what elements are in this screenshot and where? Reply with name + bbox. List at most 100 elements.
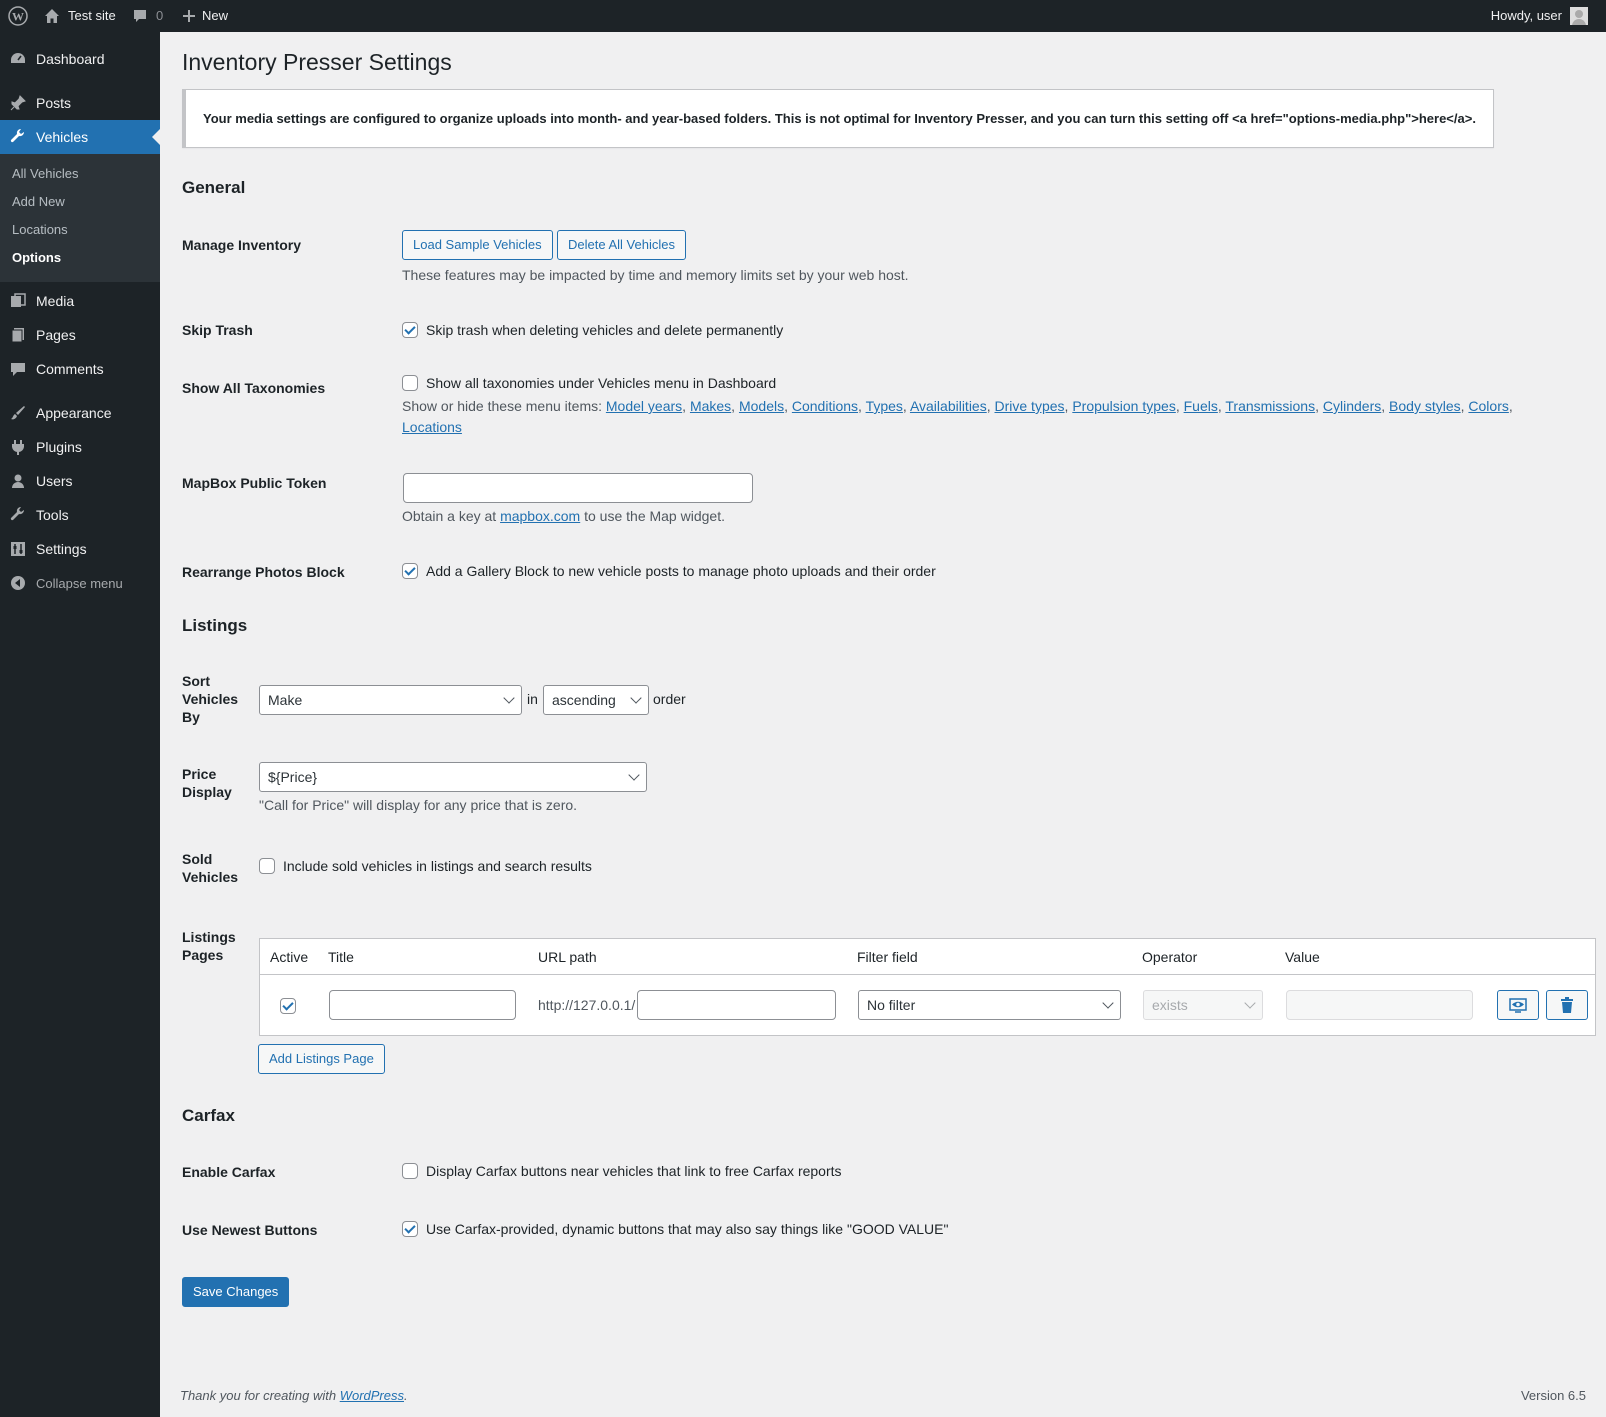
taxonomy-link-body-styles[interactable]: Body styles [1389, 398, 1461, 414]
mapbox-link[interactable]: mapbox.com [500, 508, 580, 524]
taxonomy-link-fuels[interactable]: Fuels [1184, 398, 1218, 414]
skip-trash-option[interactable]: Skip trash when deleting vehicles and de… [402, 322, 783, 338]
column-value: Value [1285, 949, 1320, 965]
media-icon [0, 292, 36, 310]
taxonomy-desc-prefix: Show or hide these menu items: [402, 398, 602, 414]
mapbox-desc-suffix: to use the Map widget. [584, 508, 725, 524]
taxonomy-link-model-years[interactable]: Model years [606, 398, 682, 414]
new-content-link[interactable]: New [182, 0, 228, 32]
listing-active-checkbox[interactable] [280, 998, 296, 1014]
home-icon [45, 9, 59, 23]
chevron-down-icon [628, 769, 640, 781]
delete-listing-button[interactable] [1546, 990, 1588, 1020]
comments-count: 0 [156, 8, 164, 23]
taxonomy-menu-description: Show or hide these menu items: Model yea… [402, 398, 1513, 435]
listing-operator-select[interactable]: exists [1143, 990, 1263, 1020]
taxonomy-link-colors[interactable]: Colors [1468, 398, 1508, 414]
delete-all-vehicles-button[interactable]: Delete All Vehicles [557, 230, 686, 260]
save-changes-button[interactable]: Save Changes [182, 1277, 290, 1307]
sidebar-item-tools[interactable]: Tools [0, 498, 160, 532]
sidebar-item-settings[interactable]: Settings [0, 532, 160, 566]
sort-field-select[interactable]: Make [259, 685, 522, 715]
howdy-text: Howdy, user [1490, 8, 1562, 23]
sold-vehicles-checkbox[interactable] [259, 858, 275, 874]
wordpress-link[interactable]: WordPress [340, 1388, 404, 1403]
newest-buttons-label: Use Newest Buttons [182, 1222, 318, 1238]
listing-title-input[interactable] [329, 990, 516, 1020]
chevron-down-icon [630, 692, 642, 704]
taxonomy-link-cylinders[interactable]: Cylinders [1323, 398, 1381, 414]
user-icon [0, 472, 36, 490]
sidebar-item-appearance[interactable]: Appearance [0, 396, 160, 430]
submenu-locations[interactable]: Locations [12, 222, 68, 237]
sidebar-item-pages[interactable]: Pages [0, 318, 160, 352]
skip-trash-label: Skip Trash [182, 322, 253, 338]
enable-carfax-option[interactable]: Display Carfax buttons near vehicles tha… [402, 1163, 842, 1179]
collapse-icon [0, 575, 36, 591]
price-display-select[interactable]: ${Price} [259, 762, 647, 792]
sort-in-text: in [527, 691, 538, 707]
newest-buttons-option[interactable]: Use Carfax-provided, dynamic buttons tha… [402, 1221, 948, 1237]
comments-link[interactable]: 0 [132, 0, 163, 32]
taxonomy-link-transmissions[interactable]: Transmissions [1225, 398, 1315, 414]
load-sample-vehicles-button[interactable]: Load Sample Vehicles [402, 230, 553, 260]
general-heading: General [182, 178, 246, 197]
sidebar-item-vehicles[interactable]: Vehicles [0, 120, 160, 154]
sidebar-item-users[interactable]: Users [0, 464, 160, 498]
collapse-menu-button[interactable]: Collapse menu [0, 566, 160, 600]
vehicles-submenu: All Vehicles Add New Locations Options [0, 154, 160, 282]
admin-sidebar: Dashboard Posts Vehicles All Vehicles Ad… [0, 32, 160, 1417]
skip-trash-checkbox[interactable] [402, 322, 418, 338]
taxonomy-link-makes[interactable]: Makes [690, 398, 731, 414]
sold-vehicles-option[interactable]: Include sold vehicles in listings and se… [259, 858, 592, 874]
view-listing-button[interactable] [1497, 990, 1539, 1020]
avatar [1570, 7, 1588, 25]
taxonomy-link-propulsion-types[interactable]: Propulsion types [1072, 398, 1176, 414]
sort-direction-select[interactable]: ascending [543, 685, 649, 715]
admin-bar: W Test site 0 New Howdy, user [0, 0, 1606, 32]
price-display-description: "Call for Price" will display for any pr… [259, 797, 578, 813]
listings-heading: Listings [182, 616, 248, 635]
sidebar-item-comments[interactable]: Comments [0, 352, 160, 386]
mapbox-description: Obtain a key at mapbox.com to use the Ma… [402, 508, 725, 524]
submenu-all-vehicles[interactable]: All Vehicles [12, 166, 78, 181]
rearrange-photos-checkbox[interactable] [402, 563, 418, 579]
wordpress-logo-icon[interactable]: W [6, 0, 30, 32]
sidebar-item-label: Settings [36, 541, 87, 557]
taxonomy-link-conditions[interactable]: Conditions [792, 398, 858, 414]
newest-buttons-checkbox[interactable] [402, 1221, 418, 1237]
taxonomy-link-locations[interactable]: Locations [402, 419, 462, 435]
plus-icon [183, 10, 195, 22]
sidebar-item-label: Media [36, 293, 75, 309]
show-taxonomies-checkbox[interactable] [402, 375, 418, 391]
taxonomy-link-drive-types[interactable]: Drive types [995, 398, 1065, 414]
listing-url-prefix: http://127.0.0.1/ [538, 997, 636, 1013]
account-menu[interactable]: Howdy, user [1491, 0, 1588, 32]
submenu-add-new[interactable]: Add New [12, 194, 65, 209]
show-taxonomies-option[interactable]: Show all taxonomies under Vehicles menu … [402, 375, 776, 391]
taxonomy-link-models[interactable]: Models [739, 398, 784, 414]
enable-carfax-checkbox[interactable] [402, 1163, 418, 1179]
plug-icon [0, 438, 36, 456]
enable-carfax-checkbox-label: Display Carfax buttons near vehicles tha… [426, 1163, 842, 1179]
mapbox-token-input[interactable] [403, 473, 753, 503]
taxonomy-link-availabilities[interactable]: Availabilities [910, 398, 987, 414]
comment-icon [0, 360, 36, 378]
submenu-options[interactable]: Options [12, 250, 61, 265]
sidebar-item-label: Appearance [36, 405, 112, 421]
listing-value-input[interactable] [1286, 990, 1473, 1020]
footer-thanks-suffix: . [404, 1388, 408, 1403]
listing-url-path-input[interactable] [637, 990, 836, 1020]
site-name-link[interactable]: Test site [44, 0, 116, 32]
sidebar-item-dashboard[interactable]: Dashboard [0, 42, 160, 76]
rearrange-photos-option[interactable]: Add a Gallery Block to new vehicle posts… [402, 563, 936, 579]
listings-pages-table: Active Title URL path Filter field Opera… [259, 938, 1596, 1036]
taxonomy-link-types[interactable]: Types [866, 398, 903, 414]
add-listings-page-button[interactable]: Add Listings Page [258, 1044, 385, 1074]
sidebar-item-posts[interactable]: Posts [0, 86, 160, 120]
listing-filter-select[interactable]: No filter [858, 990, 1121, 1020]
visibility-icon [1509, 998, 1527, 1013]
price-display-value: ${Price} [268, 769, 318, 785]
sidebar-item-media[interactable]: Media [0, 284, 160, 318]
sidebar-item-plugins[interactable]: Plugins [0, 430, 160, 464]
